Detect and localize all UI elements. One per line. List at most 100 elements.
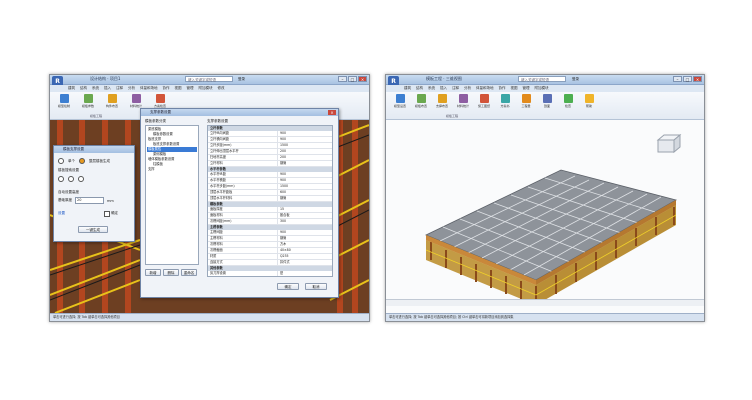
tree-action-button[interactable]: 重命名 bbox=[181, 269, 197, 276]
property-value[interactable]: 钢管 bbox=[278, 196, 286, 201]
maximize-button[interactable]: □ bbox=[683, 76, 692, 82]
left-search-input[interactable]: 键入关键字或短语 bbox=[185, 76, 233, 82]
property-value[interactable]: 方木 bbox=[278, 242, 286, 247]
right-ribbon-tool[interactable]: 帮助 bbox=[579, 94, 599, 116]
left-ribbon-tool[interactable]: 模板参数 bbox=[78, 94, 98, 116]
right-user-login[interactable]: 登录 bbox=[572, 77, 579, 82]
left-ribbon-tool[interactable]: 模型绘制 bbox=[54, 94, 74, 116]
left-ribbon-tool[interactable]: 构件布置 bbox=[102, 94, 122, 116]
option-radio-3[interactable] bbox=[78, 176, 84, 182]
property-value[interactable]: 40×80 bbox=[278, 248, 291, 253]
left-menu-tab[interactable]: 视图 bbox=[175, 86, 182, 91]
tool-icon bbox=[59, 94, 69, 103]
tool-label: 构件布置 bbox=[105, 104, 118, 108]
right-ribbon-tool[interactable]: 检查 bbox=[558, 94, 578, 116]
left-menu-tab[interactable]: 修改 bbox=[218, 86, 225, 91]
right-menu-tab[interactable]: 体量和场地 bbox=[476, 86, 494, 91]
tree-action-button[interactable]: 删除 bbox=[163, 269, 179, 276]
tree-node[interactable]: 支撑 bbox=[147, 167, 197, 172]
left-menu-tab[interactable]: 体量和场地 bbox=[140, 86, 158, 91]
left-menu-tab[interactable]: 插入 bbox=[104, 86, 111, 91]
left-menu-tab[interactable]: 注释 bbox=[116, 86, 123, 91]
right-ribbon-tool[interactable]: 模型设置 bbox=[390, 94, 410, 116]
right-menu-tab[interactable]: 管理 bbox=[523, 86, 530, 91]
right-menu-tab[interactable]: 分析 bbox=[464, 86, 471, 91]
right-ribbon-tool[interactable]: 模板布置 bbox=[411, 94, 431, 116]
property-value[interactable]: 900 bbox=[278, 230, 286, 235]
thickness-input[interactable]: 20 bbox=[75, 197, 104, 204]
left-menu-tab[interactable]: 分析 bbox=[128, 86, 135, 91]
tool-icon bbox=[155, 94, 165, 103]
right-menu-tab[interactable]: 插入 bbox=[440, 86, 447, 91]
property-value[interactable]: 1500 bbox=[278, 184, 288, 189]
option-radio-2[interactable] bbox=[68, 176, 74, 182]
settings-link[interactable]: 设置 bbox=[58, 211, 65, 216]
tool-icon bbox=[521, 94, 531, 103]
property-value[interactable]: 钢管 bbox=[278, 236, 286, 241]
right-search-input[interactable]: 键入关键字或短语 bbox=[518, 76, 566, 82]
tool-icon bbox=[131, 94, 141, 103]
left-menu-tab[interactable]: 协作 bbox=[163, 86, 170, 91]
thickness-label: 基础厚度 bbox=[58, 198, 72, 202]
radio-single[interactable] bbox=[58, 158, 64, 164]
generate-button[interactable]: 一键生成 bbox=[78, 226, 108, 233]
cancel-button[interactable]: 取消 bbox=[305, 283, 327, 290]
tool-label: 检查 bbox=[564, 104, 571, 108]
right-ribbon-tool[interactable]: 剖面 bbox=[537, 94, 557, 116]
property-value[interactable]: 是 bbox=[278, 271, 283, 276]
close-button[interactable]: × bbox=[693, 76, 702, 82]
left-menu-tab[interactable]: 管理 bbox=[187, 86, 194, 91]
ok-button[interactable]: 确定 bbox=[277, 283, 299, 290]
left-menu-tab[interactable]: 建筑 bbox=[68, 86, 75, 91]
property-value[interactable]: 900 bbox=[278, 137, 286, 142]
right-menu-tab[interactable]: 结构 bbox=[416, 86, 423, 91]
option-radio-1[interactable] bbox=[58, 176, 64, 182]
right-ribbon-tool[interactable]: 材料统计 bbox=[453, 94, 473, 116]
right-3d-viewport[interactable] bbox=[386, 120, 704, 313]
left-menu-tab[interactable]: 系统 bbox=[92, 86, 99, 91]
property-key: 水平杆横距 bbox=[208, 178, 278, 183]
left-menu-tab[interactable]: 结构 bbox=[80, 86, 87, 91]
property-key: 立杆伸出顶层水平杆 bbox=[208, 149, 278, 154]
property-key: 立杆步距(mm) bbox=[208, 143, 278, 148]
left-menu-tab[interactable]: 附加模块 bbox=[199, 86, 213, 91]
tool-icon bbox=[458, 94, 468, 103]
right-ribbon-tool[interactable]: 方案书 bbox=[495, 94, 515, 116]
property-value[interactable]: 扣件式 bbox=[278, 260, 290, 265]
right-ribbon-tool[interactable]: 工程量 bbox=[516, 94, 536, 116]
property-key: 次楞间距(mm) bbox=[208, 219, 278, 224]
right-menu-tab[interactable]: 视图 bbox=[511, 86, 518, 91]
right-menu-tab[interactable]: 附加模块 bbox=[535, 86, 549, 91]
maximize-button[interactable]: □ bbox=[348, 76, 357, 82]
right-menu-tab[interactable]: 建筑 bbox=[404, 86, 411, 91]
right-menu-tab[interactable]: 系统 bbox=[428, 86, 435, 91]
property-value[interactable]: 胶合板 bbox=[278, 213, 290, 218]
tool-icon bbox=[500, 94, 510, 103]
right-window-title: 模板工程 · 三维视图 bbox=[426, 76, 462, 81]
tree-action-button[interactable]: 新增 bbox=[145, 269, 161, 276]
confirm-checkbox[interactable] bbox=[104, 211, 110, 217]
property-value[interactable]: Q235 bbox=[278, 254, 289, 259]
property-value[interactable]: 15 bbox=[278, 207, 284, 212]
property-value[interactable]: 900 bbox=[278, 178, 286, 183]
property-value[interactable]: 200 bbox=[278, 155, 286, 160]
property-key: 扫地杆高度 bbox=[208, 155, 278, 160]
auto-height-label: 自动设置高度 bbox=[58, 190, 79, 194]
minimize-button[interactable]: – bbox=[673, 76, 682, 82]
close-button[interactable]: × bbox=[358, 76, 367, 82]
property-value[interactable]: 钢管 bbox=[278, 161, 286, 166]
right-ribbon-tool[interactable]: 支撑布置 bbox=[432, 94, 452, 116]
property-value[interactable]: 900 bbox=[278, 131, 286, 136]
property-value[interactable]: 1500 bbox=[278, 143, 288, 148]
minimize-button[interactable]: – bbox=[338, 76, 347, 82]
right-menu-tab[interactable]: 注释 bbox=[452, 86, 459, 91]
property-value[interactable]: 900 bbox=[278, 172, 286, 177]
right-menu-tab[interactable]: 协作 bbox=[499, 86, 506, 91]
left-user-login[interactable]: 登录 bbox=[238, 77, 245, 82]
property-value[interactable]: 300 bbox=[278, 219, 286, 224]
property-value[interactable]: 200 bbox=[278, 149, 286, 154]
right-ribbon-tool[interactable]: 施工图纸 bbox=[474, 94, 494, 116]
radio-floor[interactable] bbox=[79, 158, 85, 164]
dialog-close-icon[interactable]: × bbox=[328, 110, 336, 115]
property-value[interactable]: 600 bbox=[278, 190, 286, 195]
